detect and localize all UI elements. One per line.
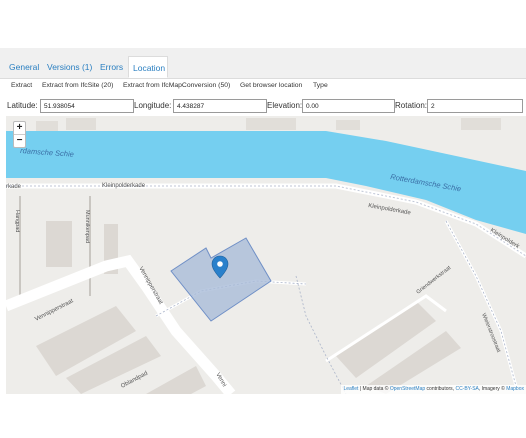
tab-versions[interactable]: Versions (1) [47, 56, 92, 78]
building-block [36, 121, 58, 131]
tab-general[interactable]: General [9, 56, 39, 78]
longitude-label: Longitude: [134, 101, 172, 110]
road-label: Oblandpad [120, 371, 149, 390]
tab-location[interactable]: Location [128, 56, 168, 78]
road-label: Vennipperstraat [34, 298, 74, 323]
get-browser-location-button[interactable]: Get browser location [240, 82, 302, 89]
location-fields: Latitude: Longitude: Elevation: Rotation… [0, 99, 526, 115]
road-label: Kleinpolderkade [102, 183, 146, 189]
model-details-panel: General Versions (1) Errors Location Ext… [0, 48, 526, 394]
road-label: Munnikenpad [84, 210, 90, 243]
building-block [46, 221, 72, 267]
leaflet-link[interactable]: Leaflet [343, 386, 358, 392]
latitude-input[interactable] [40, 99, 134, 113]
mapbox-link[interactable]: Mapbox [506, 386, 524, 392]
road-label: Kleinpolderkade [368, 203, 412, 216]
attribution-text: , Imagery © [478, 386, 507, 392]
road-label: Wielerstroostraat [480, 313, 501, 354]
tab-bar: General Versions (1) Errors Location [0, 48, 526, 79]
map-attribution: Leaflet | Map data © OpenStreetMap contr… [341, 385, 526, 394]
elevation-input[interactable] [302, 99, 395, 113]
osm-link[interactable]: OpenStreetMap [390, 386, 425, 392]
road-label: Hangpad [14, 210, 20, 232]
extract-ifcsite-button[interactable]: Extract from IfcSite (20) [42, 82, 113, 89]
map-tiles: rdamsche Schie Rotterdamsche Schie rkade… [6, 118, 526, 394]
latitude-label: Latitude: [7, 101, 38, 110]
building-row [146, 366, 206, 394]
location-map[interactable]: rdamsche Schie Rotterdamsche Schie rkade… [6, 116, 526, 394]
type-button[interactable]: Type [313, 82, 328, 89]
attribution-text: | Map data © [358, 386, 390, 392]
road-label: Griendwerkstraat [416, 265, 453, 296]
footpath-dash [295, 275, 347, 394]
building-block [66, 118, 96, 130]
building-block [461, 118, 501, 130]
elevation-label: Elevation: [267, 101, 303, 110]
building-block [246, 118, 296, 130]
attribution-text: contributors, [425, 386, 456, 392]
extract-button[interactable]: Extract [11, 82, 32, 89]
rotation-label: Rotation: [395, 101, 428, 110]
road-label: rkade [6, 184, 22, 190]
location-actions: Extract Extract from IfcSite (20) Extrac… [0, 81, 526, 95]
rotation-input[interactable] [427, 99, 523, 113]
tab-errors[interactable]: Errors [100, 56, 123, 78]
extract-ifcmapconversion-button[interactable]: Extract from IfcMapConversion (50) [123, 82, 230, 89]
license-link[interactable]: CC-BY-SA [455, 386, 478, 392]
building-block [336, 120, 360, 130]
zoom-in-button[interactable]: + [14, 122, 25, 134]
building-footprint-polygon[interactable] [170, 237, 272, 322]
zoom-control: + − [13, 121, 26, 148]
zoom-out-button[interactable]: − [14, 134, 25, 147]
longitude-input[interactable] [173, 99, 267, 113]
